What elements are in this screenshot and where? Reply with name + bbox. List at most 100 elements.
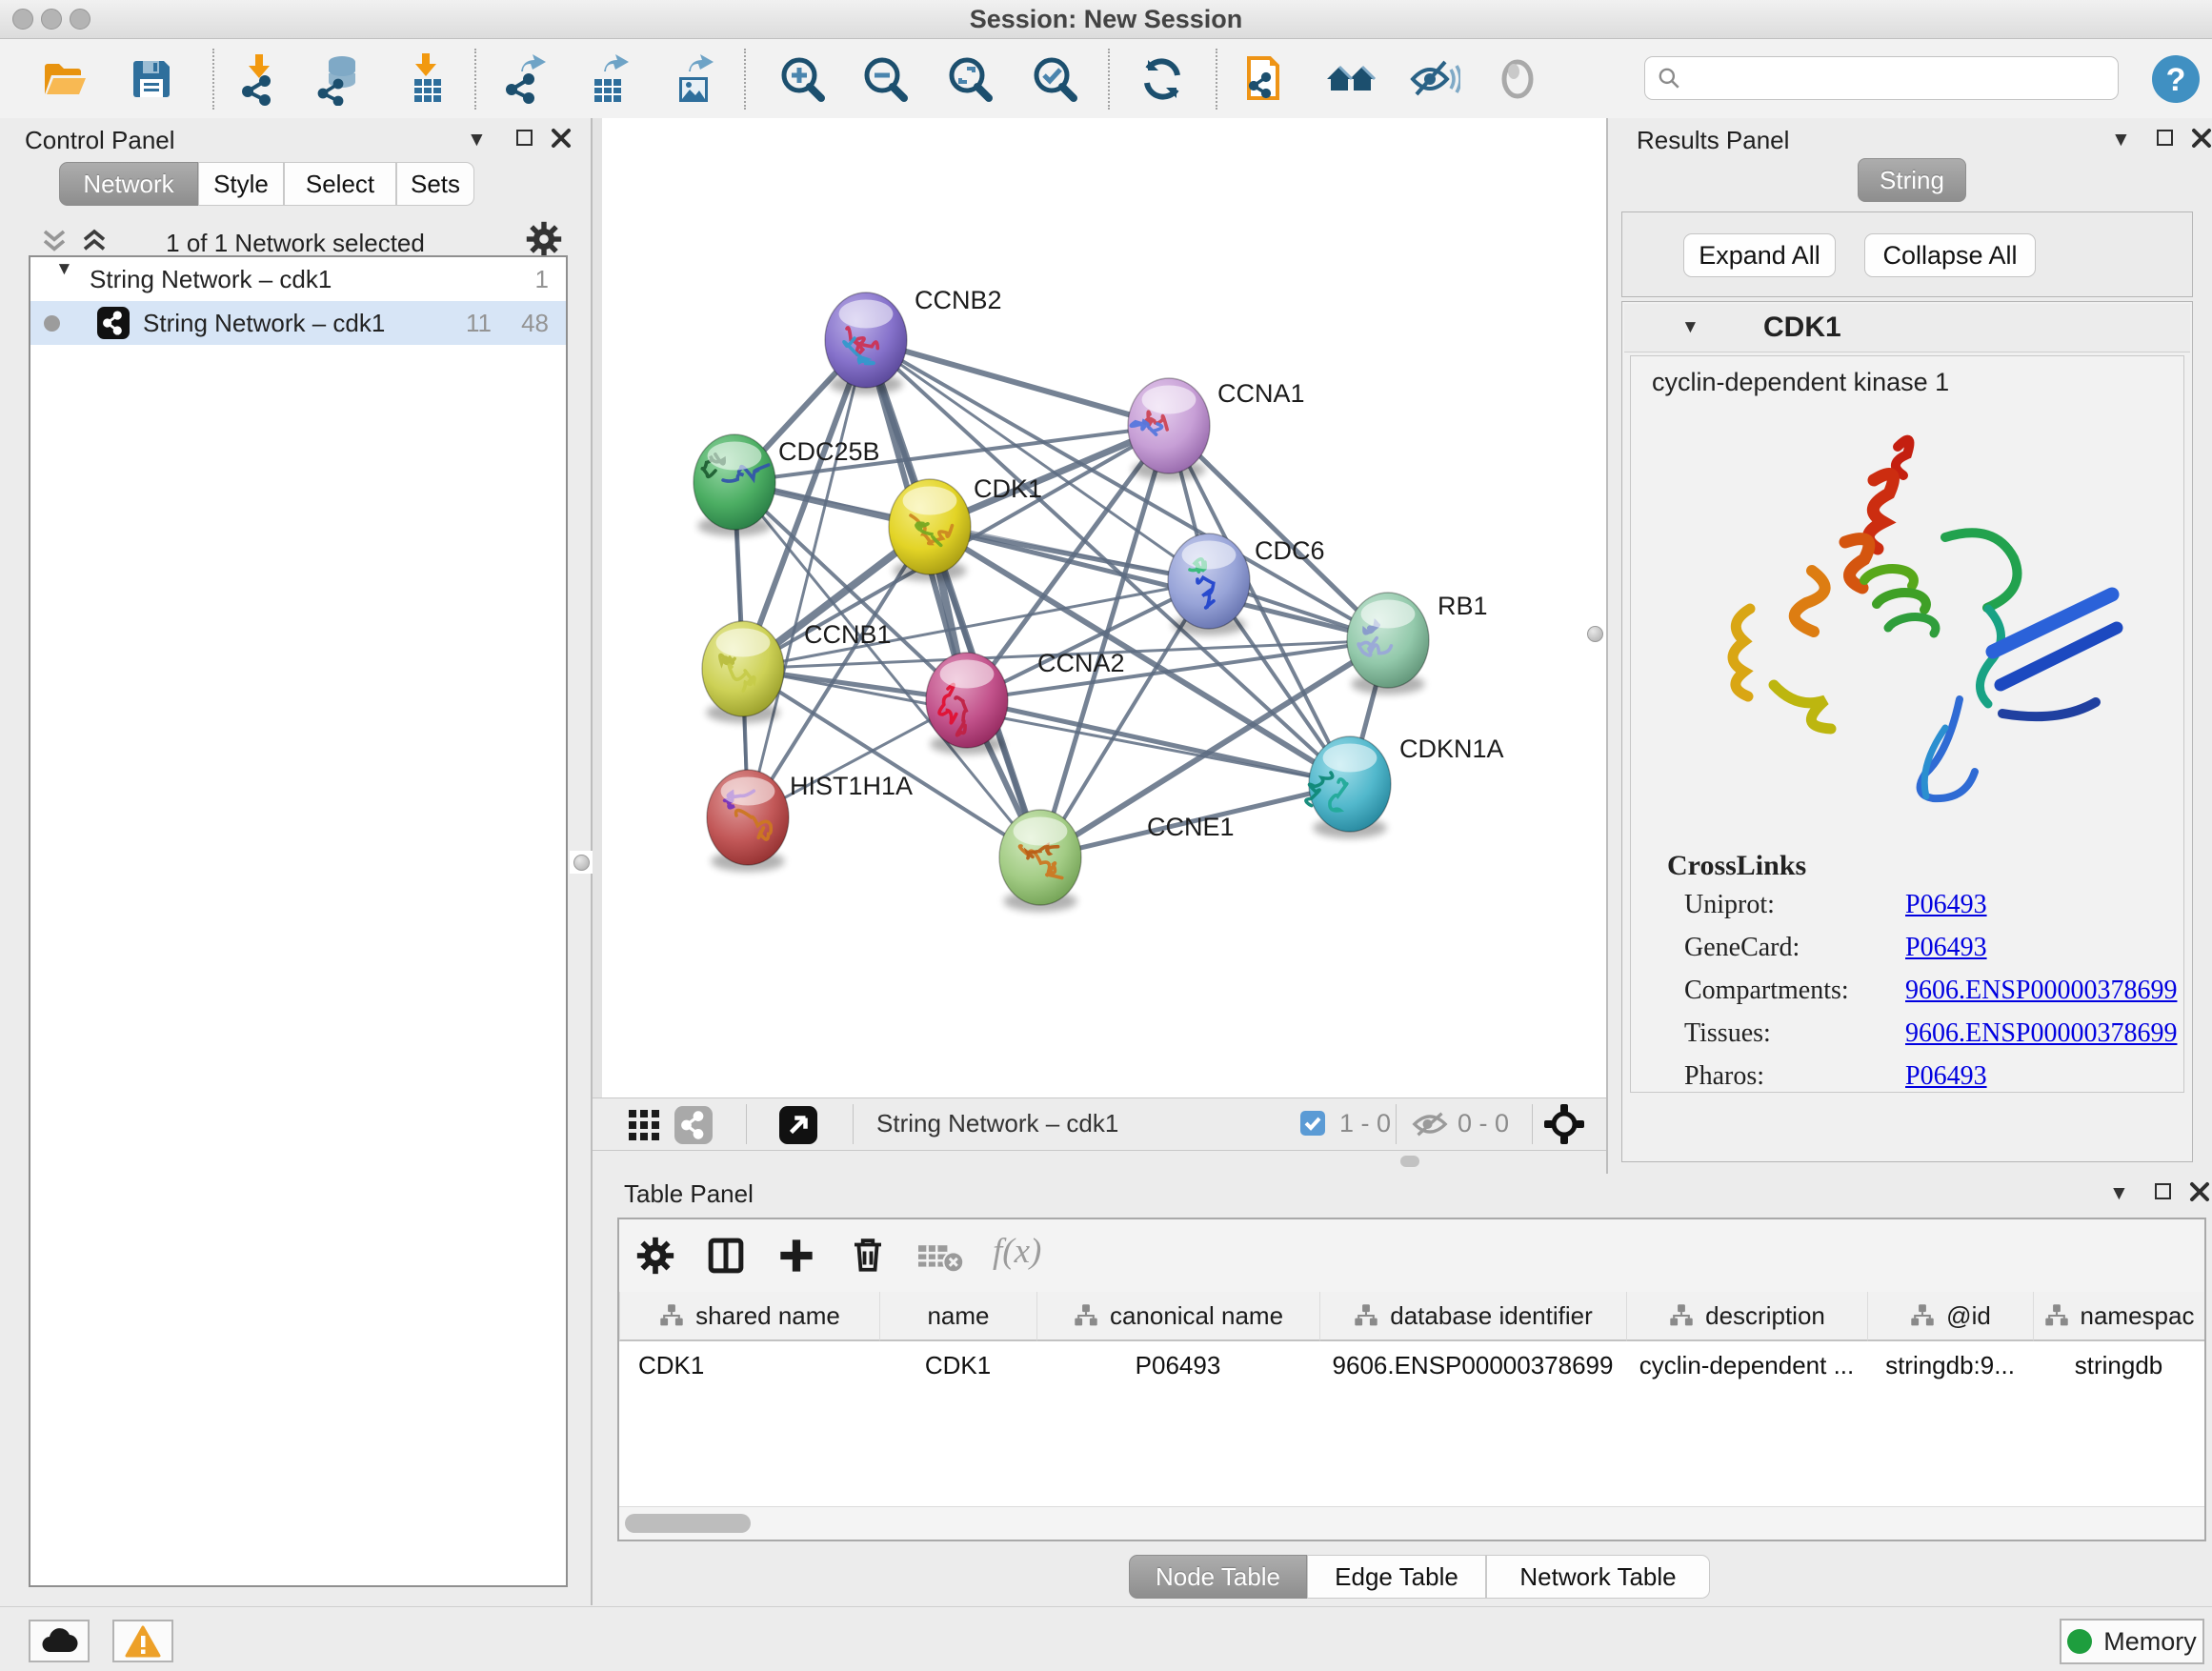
collapse-all-icon[interactable] [38, 227, 70, 255]
control-panel-close-icon[interactable] [551, 128, 572, 149]
table-cell[interactable]: stringdb:9... [1867, 1343, 2033, 1387]
grid-view-icon[interactable] [627, 1108, 661, 1142]
column-header-shared-name[interactable]: shared name [619, 1292, 879, 1341]
search-input[interactable] [1681, 64, 2095, 93]
table-panel-collapse-icon[interactable]: ▼ [2109, 1183, 2129, 1203]
refresh-icon[interactable] [1136, 52, 1189, 106]
crosslink-link[interactable]: 9606.ENSP00000378699 [1905, 976, 2177, 1006]
tab-style[interactable]: Style [198, 162, 284, 206]
cloud-button[interactable] [29, 1620, 90, 1662]
hide-panel-icon[interactable] [1407, 52, 1460, 106]
import-network-icon[interactable] [232, 52, 286, 106]
network-node-cdc25b[interactable]: CDC25B [694, 434, 880, 536]
tab-sets[interactable]: Sets [396, 162, 474, 206]
gene-section-header[interactable]: ▼ CDK1 [1624, 304, 2190, 352]
zoom-out-icon[interactable] [859, 52, 913, 106]
help-icon[interactable]: ? [2151, 54, 2201, 104]
control-panel-float-icon[interactable] [516, 130, 533, 146]
network-node-rb1[interactable]: RB1 [1347, 592, 1488, 695]
results-panel-collapse-icon[interactable]: ▼ [2111, 130, 2131, 150]
home-networks-icon[interactable] [1324, 52, 1377, 106]
network-tree-item-row[interactable]: String Network – cdk1 11 48 [30, 301, 566, 345]
zoom-selected-icon[interactable] [1029, 52, 1082, 106]
crosslink-link[interactable]: 9606.ENSP00000378699 [1905, 1018, 2177, 1049]
memory-button[interactable]: Memory [2060, 1619, 2204, 1664]
crosslink-link[interactable]: P06493 [1905, 1061, 1987, 1092]
tab-edge-table[interactable]: Edge Table [1307, 1555, 1486, 1599]
tree-expand-icon[interactable]: ▼ [55, 259, 73, 279]
table-cell[interactable]: CDK1 [619, 1343, 879, 1387]
tab-node-table[interactable]: Node Table [1129, 1555, 1307, 1599]
table-panel-float-icon[interactable] [2155, 1183, 2171, 1199]
column-header-canonical-name[interactable]: canonical name [1036, 1292, 1319, 1341]
table-hscrollbar[interactable] [619, 1506, 2204, 1540]
results-panel-float-icon[interactable] [2157, 130, 2173, 146]
table-cell[interactable]: P06493 [1036, 1343, 1319, 1387]
network-share-view-icon[interactable] [674, 1106, 713, 1144]
tab-network-table[interactable]: Network Table [1486, 1555, 1710, 1599]
table-cell[interactable]: cyclin-dependent ... [1626, 1343, 1867, 1387]
function-builder-icon[interactable]: f(x) [993, 1231, 1041, 1272]
network-edge[interactable] [967, 700, 1350, 784]
right-splitter-handle[interactable] [1583, 622, 1606, 645]
tab-select[interactable]: Select [284, 162, 396, 206]
results-panel-close-icon[interactable] [2191, 128, 2212, 149]
column-header-namespac[interactable]: namespac [2033, 1292, 2204, 1341]
network-tree-root-row[interactable]: ▼ String Network – cdk1 1 [30, 257, 566, 301]
network-node-ccnb1[interactable]: CCNB1 [702, 620, 892, 723]
column-header-name[interactable]: name [879, 1292, 1036, 1341]
show-columns-icon[interactable] [707, 1237, 745, 1275]
network-node-ccna1[interactable]: CCNA1 [1128, 378, 1305, 480]
network-node-ccne1[interactable]: CCNE1 [999, 810, 1235, 912]
gear-icon[interactable] [526, 221, 562, 257]
zoom-in-icon[interactable] [776, 52, 830, 106]
collapse-all-button[interactable]: Collapse All [1864, 233, 2036, 277]
fit-selected-crosshair-icon[interactable] [1543, 1103, 1585, 1145]
control-panel-collapse-icon[interactable]: ▼ [467, 130, 487, 150]
column-header--id[interactable]: @id [1867, 1292, 2033, 1341]
network-node-cdkn1a[interactable]: CDKN1A [1306, 735, 1504, 838]
hscrollbar-thumb[interactable] [625, 1514, 751, 1533]
import-table-icon[interactable] [401, 52, 454, 106]
tab-network[interactable]: Network [59, 162, 198, 206]
crosslink-link[interactable]: P06493 [1905, 890, 1987, 920]
left-splitter-handle[interactable] [570, 851, 593, 874]
network-edge[interactable] [748, 340, 866, 817]
expand-all-icon[interactable] [78, 227, 111, 255]
table-gear-icon[interactable] [636, 1237, 674, 1275]
open-session-icon[interactable] [38, 52, 91, 106]
show-panel-icon[interactable] [1491, 52, 1544, 106]
expand-all-button[interactable]: Expand All [1683, 233, 1836, 277]
zoom-fit-icon[interactable] [944, 52, 997, 106]
export-image-icon[interactable] [668, 52, 721, 106]
crosslink-link[interactable]: P06493 [1905, 933, 1987, 963]
save-session-icon[interactable] [125, 52, 178, 106]
gene-collapse-icon[interactable]: ▼ [1681, 317, 1699, 337]
birdseye-navigator-icon[interactable] [779, 1106, 817, 1144]
add-column-icon[interactable] [777, 1237, 815, 1275]
delete-column-icon[interactable] [848, 1235, 888, 1275]
network-node-hist1h1a[interactable]: HIST1H1A [707, 770, 913, 872]
selected-checkbox[interactable] [1300, 1111, 1325, 1136]
horizontal-splitter-handle[interactable] [1400, 1156, 1419, 1167]
network-node-cdk1[interactable]: CDK1 [889, 474, 1042, 581]
warnings-button[interactable] [112, 1620, 173, 1662]
network-node-ccna2[interactable]: CCNA2 [926, 649, 1125, 755]
table-panel-close-icon[interactable] [2189, 1181, 2210, 1202]
table-cell[interactable]: 9606.ENSP00000378699 [1319, 1343, 1626, 1387]
table-cell[interactable]: stringdb [2033, 1343, 2204, 1387]
column-header-database-identifier[interactable]: database identifier [1319, 1292, 1626, 1341]
control-panel: Control Panel ▼ NetworkStyleSelectSets 1… [0, 118, 593, 1605]
column-header-description[interactable]: description [1626, 1292, 1867, 1341]
network-canvas[interactable]: CCNB2CCNA1CDC25BCDK1CDC6RB1CCNB1CCNA2CDK… [593, 118, 1606, 1097]
export-network-icon[interactable] [500, 52, 553, 106]
table-cell[interactable]: CDK1 [879, 1343, 1036, 1387]
tab-string[interactable]: String [1858, 158, 1966, 202]
import-network-from-database-icon[interactable] [313, 52, 367, 106]
network-node-ccnb2[interactable]: CCNB2 [825, 286, 1002, 394]
delete-table-icon[interactable] [916, 1242, 966, 1273]
export-table-icon[interactable] [583, 52, 636, 106]
search-field[interactable] [1644, 56, 2119, 100]
network-edge[interactable] [1040, 426, 1169, 857]
network-document-icon[interactable] [1241, 52, 1295, 106]
